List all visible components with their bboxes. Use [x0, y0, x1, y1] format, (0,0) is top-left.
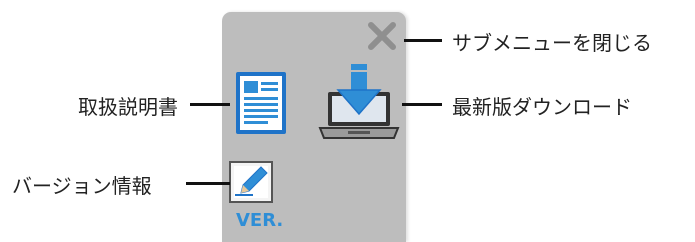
close-submenu-button[interactable] [364, 18, 400, 54]
version-label: VER. [236, 210, 284, 231]
close-icon [368, 22, 396, 50]
manual-callout-label: 取扱説明書 [78, 95, 178, 119]
close-leader-line [404, 39, 442, 42]
document-icon [236, 72, 286, 134]
download-callout-label: 最新版ダウンロード [452, 95, 632, 119]
close-callout-label: サブメニューを閉じる [452, 31, 652, 55]
manual-button[interactable] [233, 70, 289, 136]
manual-leader-line [190, 103, 230, 106]
download-leader-line [402, 103, 442, 106]
laptop-download-icon [318, 64, 400, 139]
latest-download-button[interactable] [318, 62, 400, 142]
pencil-edit-icon [229, 161, 273, 203]
version-leader-line [186, 182, 230, 185]
version-info-button[interactable] [227, 157, 275, 205]
version-callout-label: バージョン情報 [12, 174, 152, 198]
